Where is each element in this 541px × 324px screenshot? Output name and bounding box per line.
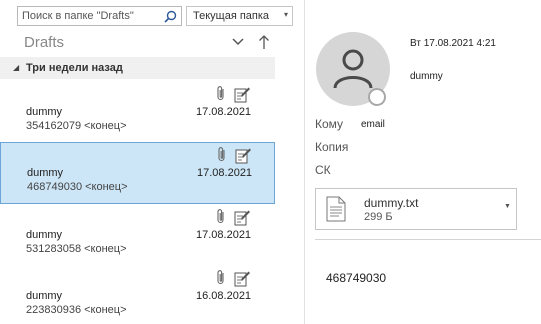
group-header[interactable]: ◢ Три недели назад <box>0 57 275 79</box>
cc-label: Копия <box>315 140 349 154</box>
message-sender: dummy <box>27 167 64 179</box>
message-date: 17.08.2021 <box>196 106 252 118</box>
message-body: 468749030 <box>326 271 387 285</box>
message-preview: 468749030 <конец> <box>27 181 128 193</box>
message-item[interactable]: dummy 17.08.2021 354162079 <конец> <box>0 82 275 144</box>
paperclip-icon <box>218 147 225 162</box>
draft-edit-icon <box>234 87 250 103</box>
bcc-label: СК <box>315 163 331 177</box>
message-item[interactable]: dummy 16.08.2021 223830936 <конец> <box>0 266 275 324</box>
message-date: 17.08.2021 <box>197 167 253 179</box>
group-label: Три недели назад <box>26 62 123 74</box>
collapse-triangle-icon[interactable]: ◢ <box>13 63 19 72</box>
draft-edit-icon <box>234 271 250 287</box>
attachment-name: dummy.txt <box>364 196 419 210</box>
chevron-down-icon[interactable] <box>232 37 244 47</box>
paperclip-icon <box>217 270 224 285</box>
text-file-icon <box>326 196 346 222</box>
paperclip-icon <box>217 209 224 224</box>
message-preview: 531283058 <конец> <box>26 243 127 255</box>
arrow-up-icon[interactable] <box>258 34 270 50</box>
search-icon[interactable] <box>164 10 177 23</box>
message-sender: dummy <box>26 290 63 302</box>
paperclip-icon <box>217 86 224 101</box>
person-icon <box>333 49 373 88</box>
sender-name[interactable]: dummy <box>410 71 443 82</box>
message-list-pane: Поиск в папке "Drafts" Текущая папка ▾ D… <box>0 0 305 324</box>
message-preview: 354162079 <конец> <box>26 120 127 132</box>
message-sender: dummy <box>26 229 63 241</box>
search-scope-value: Текущая папка <box>193 10 270 22</box>
to-label: Кому <box>315 117 344 131</box>
divider <box>315 239 541 240</box>
attachment-card[interactable]: dummy.txt 299 Б ▼ <box>315 188 517 230</box>
sent-date: Вт 17.08.2021 4:21 <box>410 38 496 49</box>
message-preview: 223830936 <конец> <box>26 304 127 316</box>
search-input[interactable]: Поиск в папке "Drafts" <box>17 6 182 26</box>
draft-edit-icon <box>234 210 250 226</box>
to-recipient[interactable]: email <box>361 119 385 130</box>
message-sender: dummy <box>26 106 63 118</box>
attachment-size: 299 Б <box>364 211 393 223</box>
draft-edit-icon <box>235 148 251 164</box>
presence-icon <box>368 88 386 106</box>
folder-title: Drafts <box>24 34 65 51</box>
message-date: 17.08.2021 <box>196 229 252 241</box>
message-date: 16.08.2021 <box>196 290 252 302</box>
search-placeholder: Поиск в папке "Drafts" <box>22 10 134 22</box>
chevron-down-icon[interactable]: ▼ <box>504 203 511 210</box>
chevron-down-icon: ▾ <box>283 10 288 19</box>
message-item[interactable]: dummy 17.08.2021 468749030 <конец> <box>0 142 275 204</box>
message-item[interactable]: dummy 17.08.2021 531283058 <конец> <box>0 205 275 267</box>
reading-pane: Вт 17.08.2021 4:21 dummy Кому email Копи… <box>306 0 541 324</box>
search-scope-dropdown[interactable]: Текущая папка ▾ <box>186 6 293 26</box>
